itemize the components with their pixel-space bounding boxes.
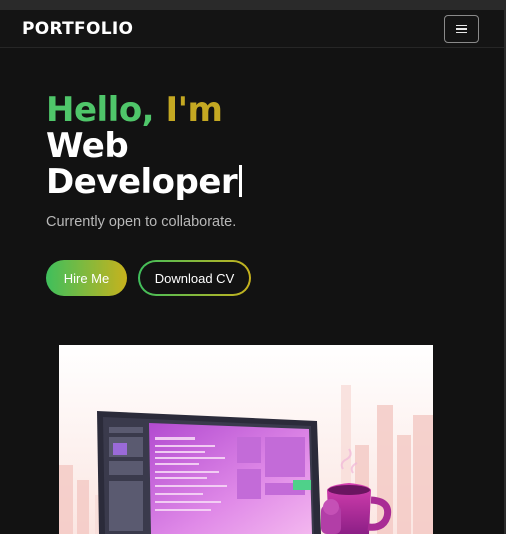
window-top-strip — [0, 0, 506, 10]
role-title: Web Developer — [46, 128, 306, 200]
developer-illustration — [59, 345, 433, 534]
hamburger-menu-icon — [456, 24, 467, 27]
download-cv-button[interactable]: Download CV — [138, 260, 251, 296]
illustration-graphic — [59, 345, 433, 534]
greeting-hello: Hello, — [46, 90, 155, 130]
role-line-2: Developer — [46, 164, 306, 200]
hero-tagline: Currently open to collaborate. — [46, 214, 237, 230]
role-line-1: Web — [46, 126, 129, 166]
hire-me-button[interactable]: Hire Me — [46, 260, 127, 296]
greeting-im: I'm — [165, 90, 223, 130]
typing-cursor — [239, 165, 243, 197]
greeting-line: Hello, I'm — [46, 92, 306, 128]
navbar: PORTFOLIO — [0, 10, 504, 48]
menu-toggle-button[interactable] — [444, 15, 479, 43]
brand-logo[interactable]: PORTFOLIO — [22, 19, 133, 39]
hero-heading: Hello, I'm Web Developer — [46, 92, 306, 200]
